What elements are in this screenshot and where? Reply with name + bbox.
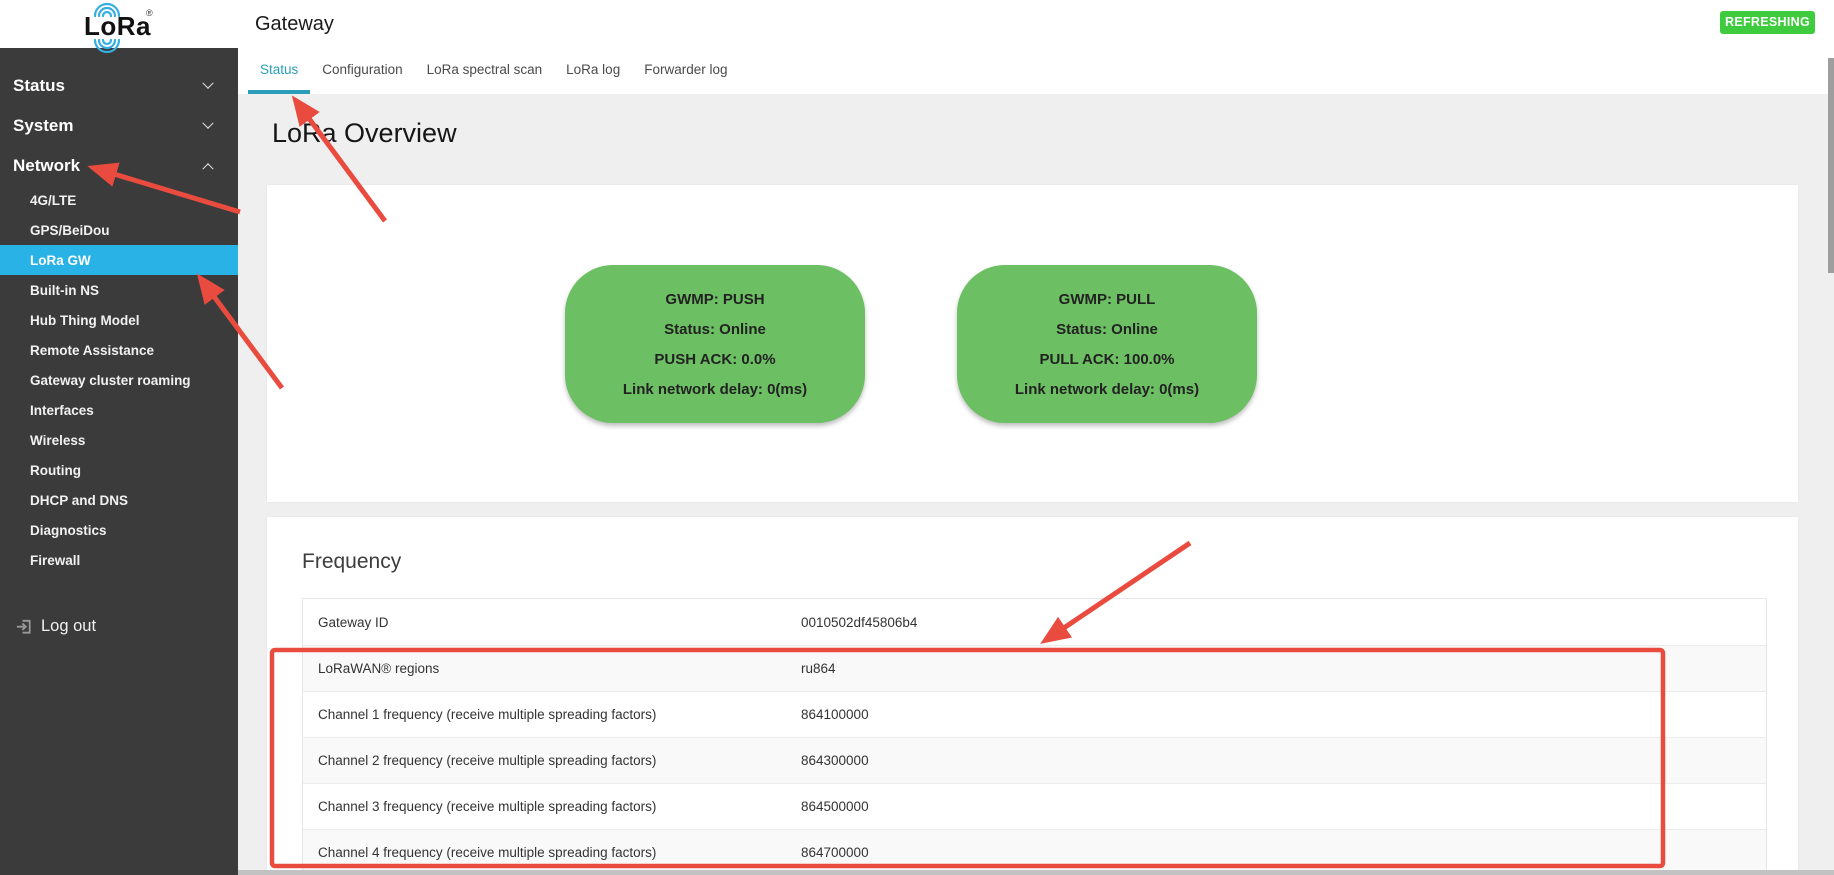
status-line: Status: Online bbox=[1056, 321, 1158, 338]
table-row: Channel 4 frequency (receive multiple sp… bbox=[303, 829, 1766, 875]
table-row: Channel 2 frequency (receive multiple sp… bbox=[303, 737, 1766, 783]
header-bar: LoRa ® Gateway REFRESHING bbox=[0, 0, 1834, 48]
sidebar-item-firewall[interactable]: Firewall bbox=[0, 545, 238, 575]
sidebar-section-system[interactable]: System bbox=[0, 106, 238, 146]
status-line: PULL ACK: 100.0% bbox=[1039, 351, 1174, 368]
row-value: ru864 bbox=[801, 661, 836, 676]
sidebar-item-gps-beidou[interactable]: GPS/BeiDou bbox=[0, 215, 238, 245]
tab-lora-log[interactable]: LoRa log bbox=[554, 48, 632, 94]
vertical-scrollbar-thumb[interactable] bbox=[1828, 58, 1834, 273]
window-bottom-edge bbox=[238, 870, 1834, 875]
sidebar: Status System Network 4G/LTE GPS/BeiDou … bbox=[0, 48, 238, 875]
status-line: GWMP: PULL bbox=[1059, 291, 1156, 308]
row-value: 864500000 bbox=[801, 799, 869, 814]
tab-configuration[interactable]: Configuration bbox=[310, 48, 414, 94]
row-label: LoRaWAN® regions bbox=[318, 661, 439, 676]
table-row: Channel 3 frequency (receive multiple sp… bbox=[303, 783, 1766, 829]
logout-icon bbox=[14, 617, 33, 636]
lora-logo: LoRa ® bbox=[70, 6, 160, 46]
frequency-card: Frequency Gateway ID 0010502df45806b4 Lo… bbox=[267, 517, 1798, 875]
sidebar-item-dhcp-and-dns[interactable]: DHCP and DNS bbox=[0, 485, 238, 515]
row-label: Channel 2 frequency (receive multiple sp… bbox=[318, 753, 656, 768]
chevron-up-icon bbox=[202, 163, 213, 174]
tab-lora-spectral-scan[interactable]: LoRa spectral scan bbox=[415, 48, 555, 94]
status-line: GWMP: PUSH bbox=[665, 291, 764, 308]
refreshing-button[interactable]: REFRESHING bbox=[1720, 11, 1815, 34]
row-label: Channel 3 frequency (receive multiple sp… bbox=[318, 799, 656, 814]
sidebar-section-label: Status bbox=[13, 76, 65, 96]
frequency-table: Gateway ID 0010502df45806b4 LoRaWAN® reg… bbox=[302, 598, 1767, 875]
sidebar-item-built-in-ns[interactable]: Built-in NS bbox=[0, 275, 238, 305]
tab-forwarder-log[interactable]: Forwarder log bbox=[632, 48, 739, 94]
row-value: 864100000 bbox=[801, 707, 869, 722]
sidebar-section-label: System bbox=[13, 116, 73, 136]
app-root: LoRa ® Gateway REFRESHING Status System … bbox=[0, 0, 1834, 875]
page-header-title: Gateway bbox=[255, 0, 334, 48]
row-label: Channel 4 frequency (receive multiple sp… bbox=[318, 845, 656, 860]
network-submenu: 4G/LTE GPS/BeiDou LoRa GW Built-in NS Hu… bbox=[0, 185, 238, 575]
sidebar-item-diagnostics[interactable]: Diagnostics bbox=[0, 515, 238, 545]
status-line: PUSH ACK: 0.0% bbox=[654, 351, 775, 368]
sidebar-section-status[interactable]: Status bbox=[0, 66, 238, 106]
sidebar-item-routing[interactable]: Routing bbox=[0, 455, 238, 485]
logout-label: Log out bbox=[41, 617, 96, 636]
tab-status[interactable]: Status bbox=[248, 48, 310, 94]
sidebar-item-lora-gw[interactable]: LoRa GW bbox=[0, 245, 238, 275]
frequency-heading: Frequency bbox=[302, 550, 401, 574]
sidebar-item-gateway-cluster-roaming[interactable]: Gateway cluster roaming bbox=[0, 365, 238, 395]
status-line: Status: Online bbox=[664, 321, 766, 338]
row-value: 864300000 bbox=[801, 753, 869, 768]
sidebar-section-network[interactable]: Network bbox=[0, 146, 238, 186]
gwmp-pull-status-card: GWMP: PULL Status: Online PULL ACK: 100.… bbox=[957, 265, 1257, 423]
gwmp-push-status-card: GWMP: PUSH Status: Online PUSH ACK: 0.0%… bbox=[565, 265, 865, 423]
sidebar-item-remote-assistance[interactable]: Remote Assistance bbox=[0, 335, 238, 365]
overview-card: GWMP: PUSH Status: Online PUSH ACK: 0.0%… bbox=[267, 185, 1798, 502]
logo-waves-bottom-icon bbox=[92, 38, 122, 54]
row-label: Channel 1 frequency (receive multiple sp… bbox=[318, 707, 656, 722]
sidebar-item-4g-lte[interactable]: 4G/LTE bbox=[0, 185, 238, 215]
row-value: 0010502df45806b4 bbox=[801, 615, 917, 630]
sidebar-item-wireless[interactable]: Wireless bbox=[0, 425, 238, 455]
sidebar-item-interfaces[interactable]: Interfaces bbox=[0, 395, 238, 425]
row-value: 864700000 bbox=[801, 845, 869, 860]
logo-registered-mark: ® bbox=[146, 8, 153, 18]
sidebar-section-label: Network bbox=[13, 156, 80, 176]
row-label: Gateway ID bbox=[318, 615, 389, 630]
chevron-down-icon bbox=[202, 78, 213, 89]
sidebar-item-hub-thing-model[interactable]: Hub Thing Model bbox=[0, 305, 238, 335]
status-line: Link network delay: 0(ms) bbox=[1015, 381, 1199, 398]
tab-bar: Status Configuration LoRa spectral scan … bbox=[238, 48, 1834, 94]
table-row: LoRaWAN® regions ru864 bbox=[303, 645, 1766, 691]
chevron-down-icon bbox=[202, 118, 213, 129]
table-row: Channel 1 frequency (receive multiple sp… bbox=[303, 691, 1766, 737]
status-line: Link network delay: 0(ms) bbox=[623, 381, 807, 398]
table-row: Gateway ID 0010502df45806b4 bbox=[303, 599, 1766, 645]
page-title: LoRa Overview bbox=[272, 118, 457, 149]
logout-button[interactable]: Log out bbox=[0, 608, 238, 644]
